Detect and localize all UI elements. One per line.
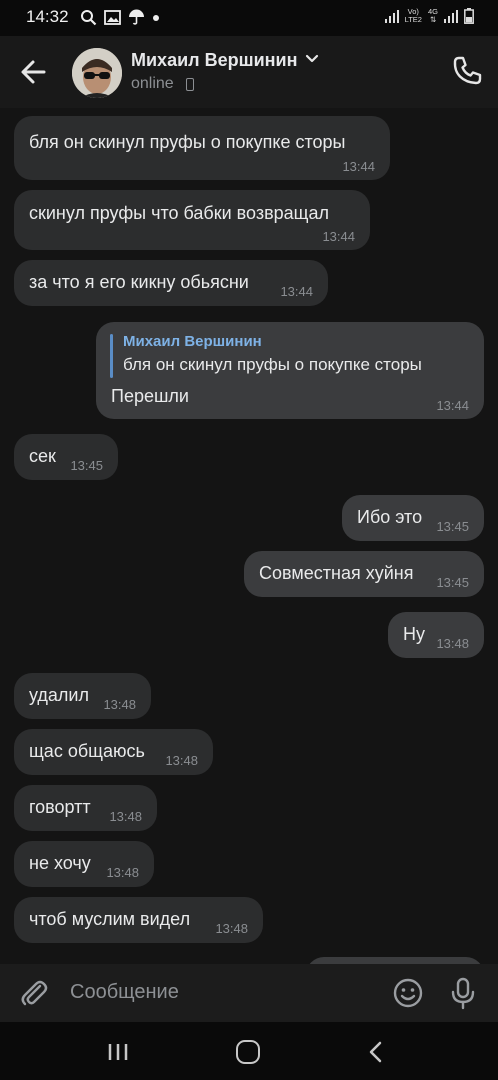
signal-icon-2 <box>444 10 458 23</box>
message-bubble[interactable]: удалил 13:48 <box>14 673 151 719</box>
message-time: 13:48 <box>106 865 139 880</box>
voice-message-button[interactable] <box>449 976 477 1010</box>
status-bar: 14:32 Vo) LTE2 4G ⇅ <box>0 0 498 36</box>
reply-author[interactable]: Михаил Вершинин <box>123 333 262 350</box>
message-time: 13:45 <box>70 458 103 473</box>
call-button[interactable] <box>450 54 484 88</box>
battery-icon <box>464 8 474 24</box>
message-text: скинул пруфы что бабки возвращал <box>29 203 329 223</box>
message-bubble[interactable]: бля он скинул пруфы о покупке сторы 13:4… <box>14 116 390 180</box>
signal-icon <box>384 10 399 23</box>
message-text: за что я его кикну обьясни <box>29 272 249 292</box>
message-text: Ибо это <box>357 507 423 527</box>
message-text: щас общаюсь <box>29 741 145 761</box>
message-time: 13:44 <box>436 398 469 413</box>
message-bubble[interactable]: щас общаюсь 13:48 <box>14 729 213 775</box>
message-time: 13:48 <box>165 753 198 768</box>
message-text: Ну <box>403 624 425 644</box>
message-time: 13:48 <box>109 809 142 824</box>
emoji-button[interactable] <box>392 977 424 1009</box>
system-navigation-bar <box>0 1022 498 1080</box>
microphone-icon <box>451 977 475 1010</box>
message-time: 13:45 <box>436 575 469 590</box>
message-text: чтоб муслим видел <box>29 909 191 929</box>
message-list[interactable]: бля он скинул пруфы о покупке сторы 13:4… <box>0 108 498 964</box>
dot-icon <box>153 14 159 21</box>
mobile-device-icon <box>186 78 194 91</box>
avatar[interactable] <box>72 48 122 98</box>
reply-quote-bar <box>110 334 113 378</box>
message-bubble[interactable]: Ибо это 13:45 <box>342 495 484 541</box>
message-time: 13:44 <box>342 159 375 174</box>
message-composer: Сообщение <box>0 964 498 1022</box>
search-icon <box>81 10 97 26</box>
message-bubble[interactable]: скинул пруфы что бабки возвращал 13:44 <box>14 190 370 250</box>
message-text: Перешли <box>111 386 189 406</box>
message-time: 13:44 <box>280 284 313 299</box>
message-text: Совместная хуйня <box>259 563 414 583</box>
avatar-image <box>72 48 122 98</box>
message-input[interactable]: Сообщение <box>70 981 179 1004</box>
message-time: 13:44 <box>322 229 355 244</box>
chevron-down-icon[interactable] <box>305 54 319 64</box>
volte-indicator: Vo) LTE2 <box>404 7 422 24</box>
nav-back-icon[interactable] <box>366 1041 386 1063</box>
message-time: 13:48 <box>103 697 136 712</box>
message-time: 13:48 <box>215 921 248 936</box>
status-notification-icons <box>80 9 160 26</box>
message-bubble[interactable]: Совместная хуйня 13:45 <box>244 551 484 597</box>
message-bubble[interactable]: чтоб муслим видел 13:48 <box>14 897 263 943</box>
message-bubble-reply[interactable]: Михаил Вершинин бля он скинул пруфы о по… <box>96 322 484 419</box>
message-text: удалил <box>29 685 89 705</box>
contact-status: online <box>131 75 174 92</box>
arrow-left-icon <box>21 60 46 84</box>
message-bubble[interactable]: за что я его кикну обьясни 13:44 <box>14 260 328 306</box>
phone-icon <box>453 56 482 85</box>
attach-button[interactable] <box>18 977 50 1009</box>
smiley-icon <box>393 978 423 1008</box>
message-text: говортт <box>29 797 91 817</box>
message-text: сек <box>29 446 56 466</box>
paperclip-icon <box>21 980 48 1006</box>
gallery-icon <box>104 10 121 25</box>
message-bubble[interactable]: говортт 13:48 <box>14 785 157 831</box>
message-text: бля он скинул пруфы о покупке сторы <box>29 132 346 152</box>
message-bubble[interactable]: не хочу 13:48 <box>14 841 154 887</box>
umbrella-icon <box>129 9 144 25</box>
network-type-indicator: 4G ⇅ <box>427 7 438 24</box>
message-bubble[interactable]: сек 13:45 <box>14 434 118 480</box>
contact-name[interactable]: Михаил Вершинин <box>131 50 297 71</box>
message-bubble[interactable]: Ну 13:48 <box>388 612 484 658</box>
recent-apps-icon[interactable] <box>106 1042 130 1062</box>
message-time: 13:45 <box>436 519 469 534</box>
home-icon[interactable] <box>236 1040 260 1064</box>
status-time: 14:32 <box>26 7 69 26</box>
status-indicators: Vo) LTE2 4G ⇅ <box>384 7 474 24</box>
reply-text[interactable]: бля он скинул пруфы о покупке сторы <box>123 355 422 375</box>
back-button[interactable] <box>18 58 50 86</box>
message-bubble-partial[interactable] <box>306 957 484 964</box>
chat-header: Михаил Вершинин online <box>0 36 498 108</box>
message-time: 13:48 <box>436 636 469 651</box>
message-text: не хочу <box>29 853 91 873</box>
